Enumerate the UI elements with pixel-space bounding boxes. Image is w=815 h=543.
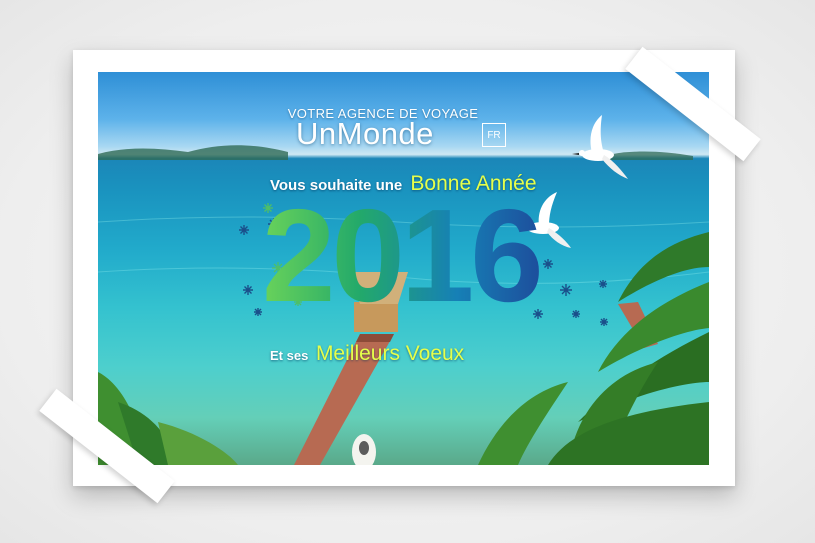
island-right <box>603 151 693 160</box>
brand-country-badge: FR <box>482 123 506 147</box>
brand-logo-name: UnMonde <box>296 116 434 151</box>
bird-icon <box>572 115 628 179</box>
greeting-line-2-prefix: Et ses <box>270 348 309 363</box>
greeting-line-2: Et ses Meilleurs Voeux <box>270 342 590 366</box>
greeting-line-2-highlight: Meilleurs Voeux <box>315 342 465 365</box>
year-headline: 2016 <box>262 182 544 329</box>
boat-icon <box>352 434 376 465</box>
island-left <box>98 145 288 160</box>
